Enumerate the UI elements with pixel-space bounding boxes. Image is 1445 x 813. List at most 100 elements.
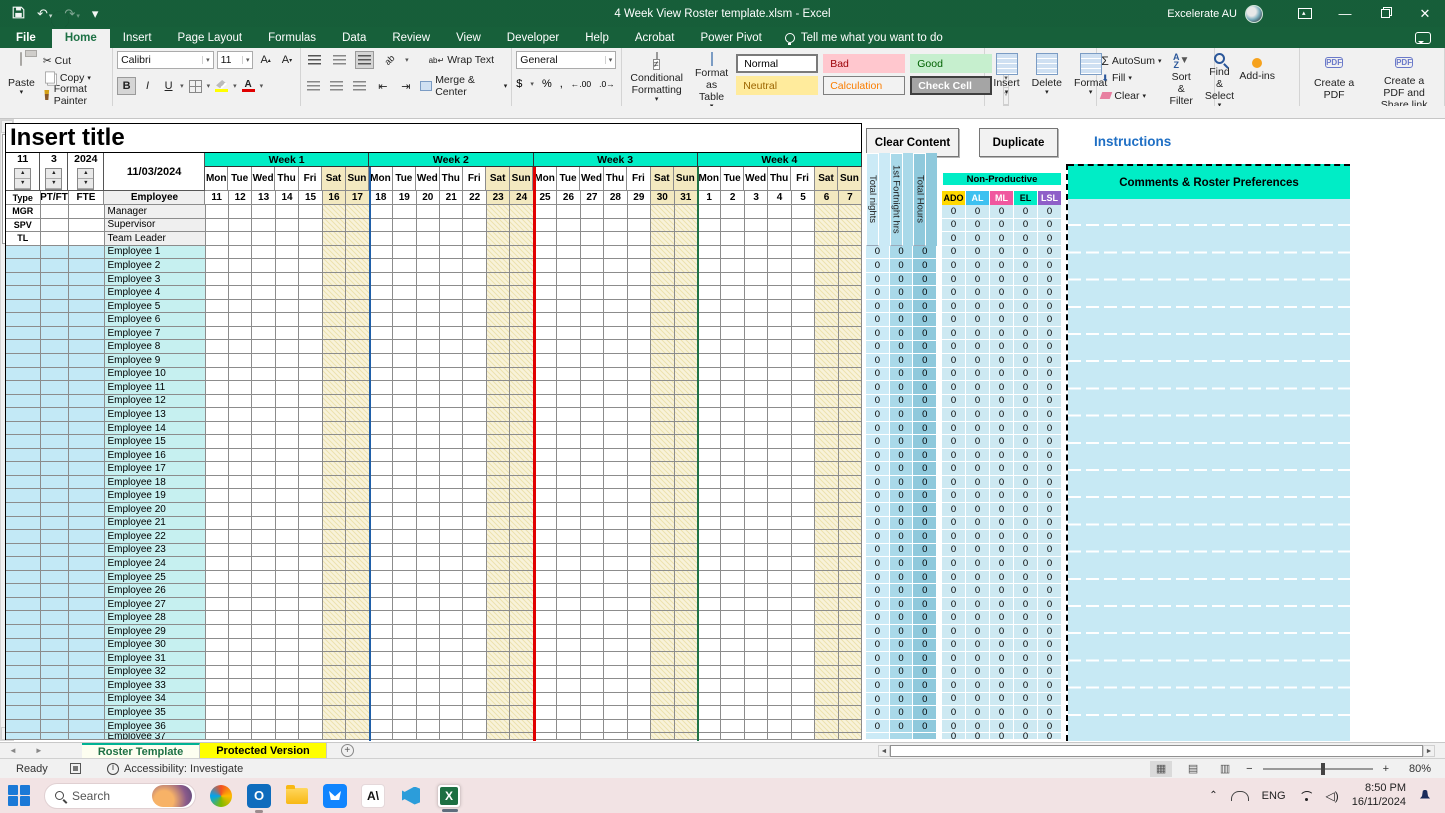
day-cell[interactable] xyxy=(510,462,533,476)
np-value-cell[interactable]: 0 xyxy=(990,205,1014,219)
day-cell[interactable] xyxy=(698,679,721,693)
day-cell[interactable] xyxy=(417,530,440,544)
totals-value-cell[interactable]: 0 xyxy=(890,286,914,300)
day-cell[interactable] xyxy=(487,571,510,585)
day-cell[interactable] xyxy=(229,733,252,740)
day-cell[interactable] xyxy=(698,652,721,666)
day-cell[interactable] xyxy=(745,313,768,327)
day-cell[interactable] xyxy=(510,313,533,327)
employee-name-cell[interactable]: Employee 23 xyxy=(105,544,206,558)
day-cell[interactable] xyxy=(299,666,322,680)
day-cell[interactable] xyxy=(252,652,275,666)
day-cell[interactable] xyxy=(206,422,229,436)
day-cell[interactable] xyxy=(768,652,791,666)
sheet-title-cell[interactable]: Insert title xyxy=(5,123,862,153)
ribbon-tab-home[interactable]: Home xyxy=(52,29,110,48)
day-cell[interactable] xyxy=(393,503,416,517)
totals-value-cell[interactable] xyxy=(866,733,890,740)
np-value-cell[interactable]: 0 xyxy=(990,693,1014,707)
type-cell[interactable] xyxy=(6,666,41,680)
np-value-cell[interactable]: 0 xyxy=(1038,246,1062,260)
type-cell[interactable] xyxy=(6,476,41,490)
day-cell[interactable] xyxy=(299,408,322,422)
day-cell[interactable] xyxy=(581,449,604,463)
day-cell[interactable] xyxy=(276,720,299,734)
day-cell[interactable] xyxy=(370,733,393,740)
day-cell[interactable] xyxy=(252,679,275,693)
day-cell[interactable] xyxy=(768,286,791,300)
np-value-cell[interactable]: 0 xyxy=(1014,259,1038,273)
day-cell[interactable] xyxy=(463,300,486,314)
day-cell[interactable] xyxy=(299,232,322,246)
day-cell[interactable] xyxy=(206,652,229,666)
employee-name-cell[interactable]: Employee 21 xyxy=(105,517,206,531)
style-check-cell[interactable]: Check Cell xyxy=(910,76,992,95)
day-cell[interactable] xyxy=(675,300,698,314)
np-value-cell[interactable]: 0 xyxy=(966,327,990,341)
day-cell[interactable] xyxy=(581,639,604,653)
day-cell[interactable] xyxy=(839,720,862,734)
type-cell[interactable] xyxy=(6,462,41,476)
day-cell[interactable] xyxy=(651,449,674,463)
day-cell[interactable] xyxy=(370,652,393,666)
day-cell[interactable] xyxy=(487,368,510,382)
fte-cell[interactable] xyxy=(69,435,105,449)
day-cell[interactable] xyxy=(206,489,229,503)
zoom-level[interactable]: 80% xyxy=(1399,763,1431,775)
day-cell[interactable] xyxy=(440,395,463,409)
day-cell[interactable] xyxy=(252,517,275,531)
totals-value-cell[interactable]: 0 xyxy=(913,679,937,693)
day-cell[interactable] xyxy=(323,422,346,436)
day-cell[interactable] xyxy=(323,517,346,531)
totals-value-cell[interactable]: 0 xyxy=(890,517,914,531)
np-value-cell[interactable]: 0 xyxy=(942,489,966,503)
np-value-cell[interactable]: 0 xyxy=(966,381,990,395)
day-cell[interactable] xyxy=(417,652,440,666)
day-cell[interactable] xyxy=(417,720,440,734)
day-cell[interactable] xyxy=(815,571,838,585)
align-top-icon[interactable] xyxy=(305,51,324,69)
type-cell[interactable] xyxy=(6,395,41,409)
day-cell[interactable] xyxy=(252,611,275,625)
day-cell[interactable] xyxy=(698,205,721,219)
day-cell[interactable] xyxy=(417,571,440,585)
day-cell[interactable] xyxy=(276,435,299,449)
day-cell[interactable] xyxy=(417,503,440,517)
day-cell[interactable] xyxy=(815,693,838,707)
np-value-cell[interactable]: 0 xyxy=(942,435,966,449)
day-cell[interactable] xyxy=(815,259,838,273)
day-cell[interactable] xyxy=(768,571,791,585)
day-number-cell[interactable]: 25 xyxy=(534,191,557,205)
underline-button[interactable]: U xyxy=(159,77,178,95)
day-cell[interactable] xyxy=(417,232,440,246)
day-cell[interactable] xyxy=(487,598,510,612)
create-pdf-button[interactable]: PDFCreate a PDF xyxy=(1304,51,1364,106)
day-cell[interactable] xyxy=(557,544,580,558)
day-cell[interactable] xyxy=(792,489,815,503)
day-cell[interactable] xyxy=(604,503,627,517)
employee-name-cell[interactable]: Employee 16 xyxy=(105,449,206,463)
day-cell[interactable] xyxy=(510,517,533,531)
day-cell[interactable] xyxy=(604,476,627,490)
employee-name-cell[interactable]: Employee 28 xyxy=(105,611,206,625)
ptft-cell[interactable] xyxy=(41,652,69,666)
day-cell[interactable] xyxy=(651,368,674,382)
day-cell[interactable] xyxy=(440,557,463,571)
clear-button[interactable]: Clear ▾ xyxy=(1101,88,1161,104)
day-cell[interactable] xyxy=(792,381,815,395)
day-cell[interactable] xyxy=(393,679,416,693)
day-cell[interactable] xyxy=(651,544,674,558)
sheet-nav-right-icon[interactable]: ► xyxy=(26,746,52,755)
fte-cell[interactable] xyxy=(69,476,105,490)
day-cell[interactable] xyxy=(792,408,815,422)
type-cell[interactable]: SPV xyxy=(6,219,41,233)
zoom-in-icon[interactable]: + xyxy=(1383,763,1389,775)
np-value-cell[interactable]: 0 xyxy=(942,368,966,382)
day-cell[interactable] xyxy=(675,706,698,720)
day-cell[interactable] xyxy=(815,219,838,233)
totals-value-cell[interactable]: 0 xyxy=(866,259,890,273)
totals-value-cell[interactable]: 0 xyxy=(890,611,914,625)
day-cell[interactable] xyxy=(417,639,440,653)
totals-value-cell[interactable]: 0 xyxy=(890,476,914,490)
np-value-cell[interactable]: 0 xyxy=(990,706,1014,720)
